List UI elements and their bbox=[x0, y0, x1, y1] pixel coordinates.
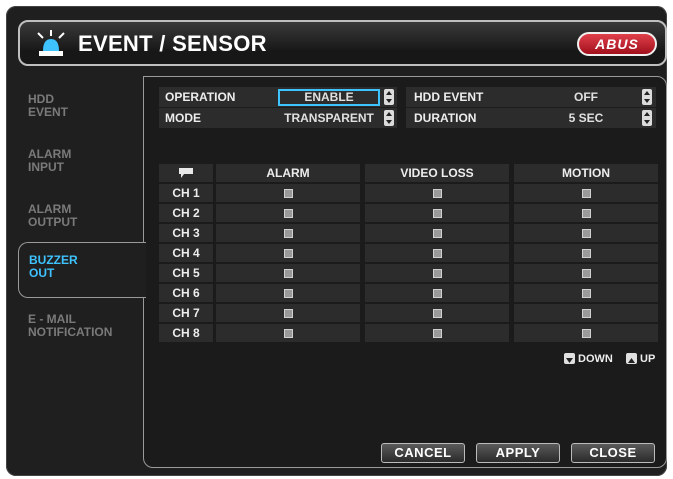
channel-label: CH 7 bbox=[159, 304, 213, 322]
table-cell bbox=[514, 264, 658, 282]
siren-icon bbox=[37, 30, 65, 56]
cancel-button[interactable]: CANCEL bbox=[381, 443, 465, 463]
table-cell bbox=[365, 204, 509, 222]
table-cell bbox=[365, 244, 509, 262]
table-cell bbox=[514, 224, 658, 242]
operation-select[interactable]: ENABLE bbox=[278, 89, 380, 106]
buzzer-checkbox[interactable] bbox=[433, 249, 442, 258]
buzzer-checkbox[interactable] bbox=[284, 269, 293, 278]
buzzer-checkbox[interactable] bbox=[284, 209, 293, 218]
close-button[interactable]: CLOSE bbox=[571, 443, 655, 463]
buzzer-checkbox[interactable] bbox=[284, 329, 293, 338]
buzzer-checkbox[interactable] bbox=[582, 209, 591, 218]
sidebar-item-label: EVENT bbox=[28, 105, 69, 119]
column-header: ALARM bbox=[216, 164, 360, 182]
buzzer-checkbox[interactable] bbox=[582, 329, 591, 338]
table-cell bbox=[216, 224, 360, 242]
table-cell bbox=[514, 284, 658, 302]
sidebar-item-label: OUT bbox=[29, 266, 55, 280]
column-header: MOTION bbox=[514, 164, 658, 182]
hdd-event-spinner-icon[interactable] bbox=[642, 89, 652, 105]
buzzer-checkbox[interactable] bbox=[433, 189, 442, 198]
table-cell bbox=[216, 264, 360, 282]
buzzer-checkbox[interactable] bbox=[433, 329, 442, 338]
buzzer-checkbox[interactable] bbox=[582, 189, 591, 198]
buzzer-checkbox[interactable] bbox=[582, 229, 591, 238]
table-cell bbox=[216, 304, 360, 322]
table-cell bbox=[365, 304, 509, 322]
table-cell bbox=[365, 264, 509, 282]
table-cell bbox=[514, 304, 658, 322]
channel-label: CH 1 bbox=[159, 184, 213, 202]
speech-bubble-icon bbox=[179, 168, 193, 178]
buzzer-checkbox[interactable] bbox=[433, 289, 442, 298]
apply-button[interactable]: APPLY bbox=[476, 443, 560, 463]
table-cell bbox=[514, 184, 658, 202]
buzzer-checkbox[interactable] bbox=[582, 309, 591, 318]
sidebar-item-buzzer-out[interactable]: BUZZER OUT bbox=[18, 242, 146, 298]
channel-label: CH 8 bbox=[159, 324, 213, 342]
table-cell bbox=[216, 324, 360, 342]
sidebar: HDD EVENT ALARM INPUT ALARM OUTPUT BUZZE… bbox=[18, 76, 146, 466]
buzzer-checkbox[interactable] bbox=[582, 249, 591, 258]
mode-spinner-icon[interactable] bbox=[384, 110, 394, 126]
table-cell bbox=[365, 324, 509, 342]
sidebar-item-label: INPUT bbox=[28, 160, 64, 174]
hdd-event-label: HDD EVENT bbox=[414, 90, 484, 104]
title-bar: EVENT / SENSOR ABUS bbox=[18, 20, 667, 66]
page-up-button[interactable]: UP bbox=[640, 352, 655, 366]
channel-label: CH 5 bbox=[159, 264, 213, 282]
page-down-button[interactable]: DOWN bbox=[578, 352, 613, 366]
screen-frame: EVENT / SENSOR ABUS HDD EVENT ALARM INPU… bbox=[6, 6, 667, 476]
mode-label: MODE bbox=[165, 111, 201, 125]
table-cell bbox=[216, 204, 360, 222]
table-cell bbox=[514, 244, 658, 262]
mode-select[interactable]: TRANSPARENT bbox=[278, 110, 380, 127]
channel-label: CH 6 bbox=[159, 284, 213, 302]
table-cell bbox=[365, 184, 509, 202]
buzzer-checkbox[interactable] bbox=[284, 189, 293, 198]
buzzer-checkbox[interactable] bbox=[433, 229, 442, 238]
arrow-up-icon[interactable] bbox=[626, 353, 637, 364]
sidebar-item-alarm-input[interactable]: ALARM INPUT bbox=[18, 137, 142, 193]
table-cell bbox=[514, 204, 658, 222]
table-cell bbox=[216, 244, 360, 262]
buzzer-checkbox[interactable] bbox=[284, 309, 293, 318]
buzzer-checkbox[interactable] bbox=[582, 289, 591, 298]
channel-label: CH 4 bbox=[159, 244, 213, 262]
sidebar-item-label: NOTIFICATION bbox=[28, 325, 113, 339]
table-cell bbox=[365, 224, 509, 242]
column-header: VIDEO LOSS bbox=[365, 164, 509, 182]
operation-label: OPERATION bbox=[165, 90, 236, 104]
brand-logo: ABUS bbox=[577, 32, 657, 56]
table-cell bbox=[216, 184, 360, 202]
buzzer-checkbox[interactable] bbox=[284, 249, 293, 258]
table-cell bbox=[216, 284, 360, 302]
table-cell bbox=[514, 324, 658, 342]
buzzer-checkbox[interactable] bbox=[433, 269, 442, 278]
buzzer-checkbox[interactable] bbox=[433, 209, 442, 218]
operation-spinner-icon[interactable] bbox=[384, 89, 394, 105]
arrow-down-icon[interactable] bbox=[564, 353, 575, 364]
duration-spinner-icon[interactable] bbox=[642, 110, 652, 126]
sidebar-item-hdd-event[interactable]: HDD EVENT bbox=[18, 82, 142, 138]
table-cell bbox=[365, 284, 509, 302]
sidebar-item-email-notification[interactable]: E - MAIL NOTIFICATION bbox=[18, 302, 142, 358]
channel-label: CH 3 bbox=[159, 224, 213, 242]
buzzer-checkbox[interactable] bbox=[284, 229, 293, 238]
buzzer-checkbox[interactable] bbox=[433, 309, 442, 318]
sidebar-item-label: OUTPUT bbox=[28, 215, 78, 229]
header-channel-cell bbox=[159, 164, 213, 182]
duration-select[interactable]: 5 SEC bbox=[536, 110, 636, 127]
page-title: EVENT / SENSOR bbox=[78, 31, 267, 56]
channel-label: CH 2 bbox=[159, 204, 213, 222]
buzzer-checkbox[interactable] bbox=[284, 289, 293, 298]
settings-panel: OPERATION ENABLE MODE TRANSPARENT HDD EV… bbox=[143, 76, 667, 468]
hdd-event-select[interactable]: OFF bbox=[536, 89, 636, 106]
sidebar-item-alarm-output[interactable]: ALARM OUTPUT bbox=[18, 192, 142, 248]
buzzer-checkbox[interactable] bbox=[582, 269, 591, 278]
duration-label: DURATION bbox=[414, 111, 477, 125]
